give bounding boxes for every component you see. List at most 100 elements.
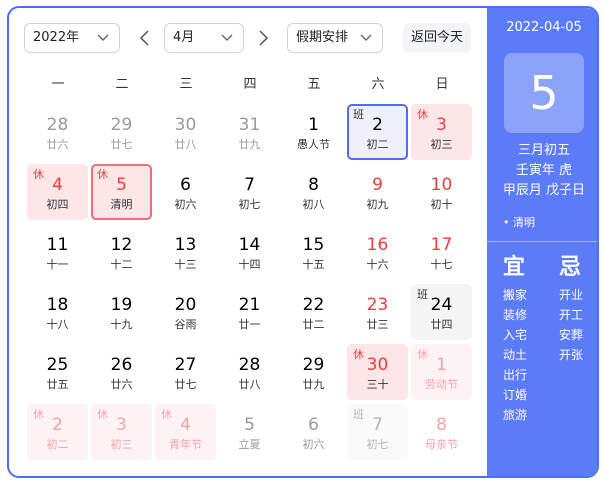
- day-cell[interactable]: 休 4 初四: [27, 164, 88, 220]
- holiday-select[interactable]: 假期安排: [287, 23, 383, 53]
- day-tag: 休: [33, 408, 44, 421]
- day-lunar: 十五: [302, 258, 325, 271]
- day-cell[interactable]: 25 廿五: [27, 344, 88, 400]
- day-lunar: 初十: [430, 198, 453, 211]
- day-cell[interactable]: 28 廿六: [27, 104, 88, 160]
- day-lunar: 廿七: [110, 138, 133, 151]
- day-cell[interactable]: 休 3 初三: [411, 104, 472, 160]
- day-number: 7: [244, 175, 255, 195]
- day-lunar: 廿六: [110, 378, 133, 391]
- chevron-left-icon: [139, 30, 149, 46]
- day-detail-panel: 2022-04-05 5 三月初五 壬寅年 虎 甲辰月 戊子日 • 清明 宜 搬…: [487, 8, 597, 476]
- day-cell[interactable]: 12 十二: [91, 224, 152, 280]
- day-cell[interactable]: 18 十八: [27, 284, 88, 340]
- suitable-item: 出行: [503, 368, 528, 382]
- day-tag: 班: [353, 408, 364, 421]
- day-tag: 班: [353, 108, 364, 121]
- day-cell[interactable]: 班 2 初二: [347, 104, 408, 160]
- day-lunar: 廿二: [302, 318, 325, 331]
- day-lunar: 三十: [366, 378, 389, 391]
- day-cell[interactable]: 5 立夏: [219, 404, 280, 460]
- calendar-widget: 2022年 4月 假期安排 返回今天 一二三四五六日 28 廿六 29 廿七 30 廿八 3…: [7, 6, 599, 478]
- day-number: 27: [174, 355, 197, 375]
- day-cell[interactable]: 休 5 清明: [91, 164, 152, 220]
- day-cell[interactable]: 19 十九: [91, 284, 152, 340]
- prev-month-button[interactable]: [134, 23, 156, 53]
- day-cell[interactable]: 休 4 青年节: [155, 404, 216, 460]
- day-cell[interactable]: 11 十一: [27, 224, 88, 280]
- day-number: 29: [302, 355, 325, 375]
- day-cell[interactable]: 休 1 劳动节: [411, 344, 472, 400]
- day-number: 11: [46, 235, 69, 255]
- back-to-today-button[interactable]: 返回今天: [403, 23, 471, 53]
- month-select[interactable]: 4月: [164, 23, 244, 53]
- weekday-label: 二: [115, 77, 129, 92]
- avoid-item: 开工: [559, 308, 584, 322]
- day-number: 19: [110, 295, 133, 315]
- day-number: 12: [110, 235, 133, 255]
- day-cell[interactable]: 7 初七: [219, 164, 280, 220]
- day-number: 31: [238, 115, 261, 135]
- day-cell[interactable]: 15 十五: [283, 224, 344, 280]
- day-cell[interactable]: 8 初八: [283, 164, 344, 220]
- day-cell[interactable]: 休 3 初三: [91, 404, 152, 460]
- suitable-item: 动土: [503, 348, 528, 362]
- chevron-down-icon: [221, 34, 233, 41]
- day-cell[interactable]: 休 30 三十: [347, 344, 408, 400]
- weekday-label: 四: [243, 77, 257, 92]
- chevron-right-icon: [259, 30, 269, 46]
- day-cell[interactable]: 20 谷雨: [155, 284, 216, 340]
- day-cell[interactable]: 班 7 初七: [347, 404, 408, 460]
- day-cell[interactable]: 29 廿九: [283, 344, 344, 400]
- day-number: 10: [430, 175, 453, 195]
- day-cell[interactable]: 6 初六: [155, 164, 216, 220]
- day-lunar: 廿四: [430, 318, 453, 331]
- day-cell[interactable]: 6 初六: [283, 404, 344, 460]
- day-lunar: 愚人节: [297, 138, 330, 151]
- day-lunar: 初八: [302, 198, 325, 211]
- calendar-main: 2022年 4月 假期安排 返回今天 一二三四五六日 28 廿六 29 廿七 30 廿八 3…: [9, 8, 487, 476]
- day-lunar: 十三: [174, 258, 197, 271]
- day-lunar: 廿五: [46, 378, 69, 391]
- weekday-header: 一二三四五六日: [26, 70, 474, 100]
- day-cell[interactable]: 8 母亲节: [411, 404, 472, 460]
- day-cell[interactable]: 休 2 初二: [27, 404, 88, 460]
- day-cell[interactable]: 21 廿一: [219, 284, 280, 340]
- day-cell[interactable]: 27 廿七: [155, 344, 216, 400]
- day-tag: 休: [417, 348, 428, 361]
- day-cell[interactable]: 16 十六: [347, 224, 408, 280]
- day-number: 28: [46, 115, 69, 135]
- day-cell[interactable]: 31 廿九: [219, 104, 280, 160]
- month-select-value: 4月: [173, 30, 195, 45]
- day-cell[interactable]: 17 十七: [411, 224, 472, 280]
- day-lunar: 廿三: [366, 318, 389, 331]
- avoid-item: 安葬: [559, 328, 584, 342]
- selected-day-number: 5: [504, 53, 584, 133]
- day-number: 17: [430, 235, 453, 255]
- suitable-item: 装修: [503, 308, 528, 322]
- day-cell[interactable]: 22 廿二: [283, 284, 344, 340]
- day-cell[interactable]: 30 廿八: [155, 104, 216, 160]
- day-cell[interactable]: 班 24 廿四: [411, 284, 472, 340]
- day-lunar: 谷雨: [174, 318, 197, 331]
- day-lunar: 清明: [110, 198, 133, 211]
- day-cell[interactable]: 9 初九: [347, 164, 408, 220]
- day-cell[interactable]: 10 初十: [411, 164, 472, 220]
- day-lunar: 十二: [110, 258, 133, 271]
- day-lunar: 廿一: [238, 318, 261, 331]
- day-cell[interactable]: 26 廿六: [91, 344, 152, 400]
- day-cell[interactable]: 28 廿八: [219, 344, 280, 400]
- day-lunar: 初六: [174, 198, 197, 211]
- day-cell[interactable]: 29 廿七: [91, 104, 152, 160]
- day-cell[interactable]: 23 廿三: [347, 284, 408, 340]
- day-lunar: 十七: [430, 258, 453, 271]
- next-month-button[interactable]: [252, 23, 274, 53]
- day-cell[interactable]: 1 愚人节: [283, 104, 344, 160]
- day-lunar: 劳动节: [425, 378, 458, 391]
- day-cell[interactable]: 13 十三: [155, 224, 216, 280]
- day-cell[interactable]: 14 十四: [219, 224, 280, 280]
- year-select[interactable]: 2022年: [24, 23, 120, 53]
- day-lunar: 初三: [430, 138, 453, 151]
- chevron-down-icon: [97, 34, 109, 41]
- day-lunar: 廿九: [302, 378, 325, 391]
